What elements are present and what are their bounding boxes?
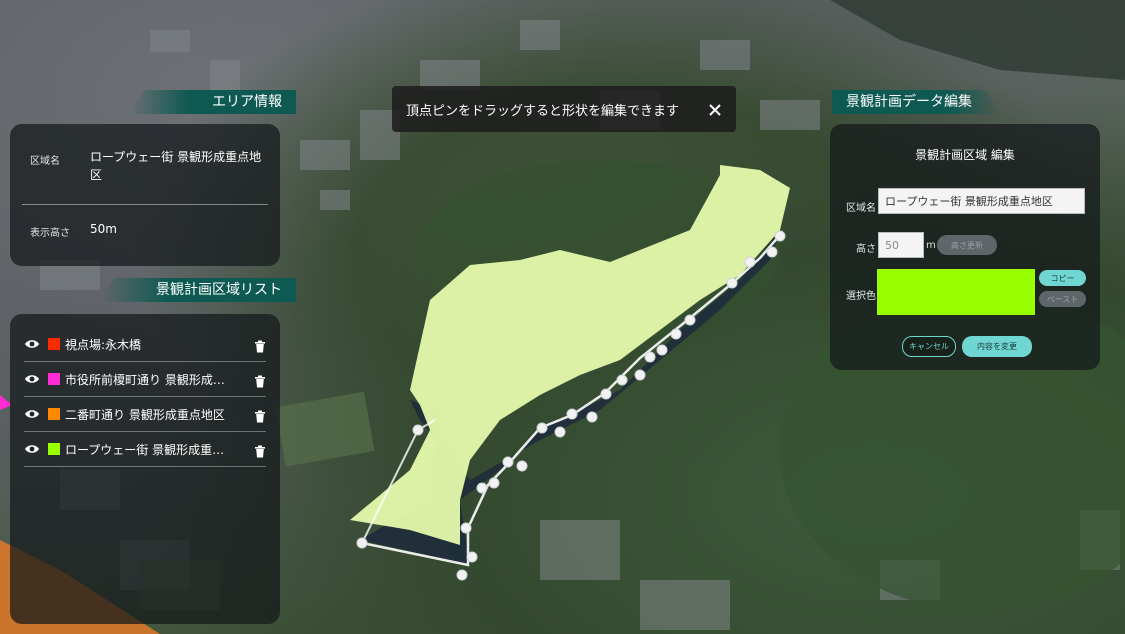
- area-info-header: エリア情報: [130, 90, 296, 114]
- display-height-label: 表示高さ: [30, 228, 70, 239]
- height-label: 高さ: [856, 244, 876, 255]
- height-update-button[interactable]: 高さ更新: [937, 235, 997, 255]
- trash-icon[interactable]: [254, 443, 266, 457]
- display-height-value: 50m: [90, 222, 117, 236]
- region-name: 市役所前榎町通り 景観形成…: [65, 372, 225, 387]
- vertex-pin[interactable]: [356, 537, 368, 549]
- vertex-pin[interactable]: [670, 328, 682, 340]
- vertex-pin[interactable]: [744, 256, 756, 268]
- vertex-pin[interactable]: [644, 351, 656, 363]
- vertex-pin[interactable]: [412, 424, 424, 436]
- paste-color-button[interactable]: ペースト: [1039, 291, 1086, 307]
- vertex-pin[interactable]: [516, 460, 528, 472]
- vertex-pin[interactable]: [476, 482, 488, 494]
- area-name-row: 区域名 ロープウェー街 景観形成重点地区: [30, 148, 266, 184]
- edit-panel-title: 景観計画区域 編集: [915, 148, 1015, 162]
- vertex-pin[interactable]: [616, 374, 628, 386]
- eye-icon[interactable]: [24, 408, 40, 420]
- edit-panel-header: 景観計画データ編集: [832, 90, 1000, 114]
- vertex-pin[interactable]: [456, 569, 468, 581]
- height-input[interactable]: 50: [878, 232, 924, 258]
- vertex-pin[interactable]: [656, 344, 668, 356]
- eye-icon[interactable]: [24, 373, 40, 385]
- eye-icon[interactable]: [24, 338, 40, 350]
- vertex-pin[interactable]: [536, 422, 548, 434]
- vertex-pin[interactable]: [554, 426, 566, 438]
- vertex-pin[interactable]: [488, 477, 500, 489]
- area-name-value: ロープウェー街 景観形成重点地区: [90, 150, 262, 182]
- region-list-header: 景観計画区域リスト: [100, 278, 296, 302]
- cancel-button[interactable]: キャンセル: [902, 336, 956, 357]
- divider: [22, 204, 268, 205]
- hint-toast: 頂点ピンをドラッグすると形状を編集できます: [392, 86, 736, 132]
- trash-icon[interactable]: [254, 408, 266, 422]
- region-list-item[interactable]: ロープウェー街 景観形成重…: [24, 432, 266, 467]
- vertex-pin[interactable]: [566, 408, 578, 420]
- display-height-row: 表示高さ 50m: [30, 220, 266, 239]
- region-list-panel: 視点場:永木橋市役所前榎町通り 景観形成… 二番町通り 景観形成重点地区 ロープウェ…: [10, 314, 280, 624]
- vertex-pin[interactable]: [774, 230, 786, 242]
- region-list-item[interactable]: 市役所前榎町通り 景観形成…: [24, 362, 266, 397]
- vertex-pin[interactable]: [466, 551, 478, 563]
- area-name-label: 区域名: [30, 156, 60, 167]
- trash-icon[interactable]: [254, 373, 266, 387]
- region-color-swatch: [48, 443, 60, 455]
- copy-color-button[interactable]: コピー: [1039, 270, 1086, 286]
- vertex-pin[interactable]: [586, 411, 598, 423]
- region-name: 視点場:永木橋: [65, 337, 142, 352]
- region-list-item[interactable]: 二番町通り 景観形成重点地区: [24, 397, 266, 432]
- vertex-pin[interactable]: [684, 314, 696, 326]
- selected-color-label: 選択色: [846, 291, 876, 302]
- region-name: ロープウェー街 景観形成重…: [65, 442, 225, 457]
- edit-panel: 景観計画区域 編集 区域名 ロープウェー街 景観形成重点地区 高さ 50 m 高…: [830, 124, 1100, 370]
- apply-changes-button[interactable]: 内容を変更: [962, 336, 1032, 357]
- region-list-item[interactable]: 視点場:永木橋: [24, 327, 266, 362]
- height-unit: m: [926, 240, 936, 251]
- region-color-swatch: [48, 408, 60, 420]
- vertex-pin[interactable]: [502, 456, 514, 468]
- eye-icon[interactable]: [24, 443, 40, 455]
- close-icon[interactable]: [708, 102, 722, 116]
- vertex-pin[interactable]: [460, 522, 472, 534]
- trash-icon[interactable]: [254, 338, 266, 352]
- region-color-swatch: [48, 338, 60, 350]
- region-color-swatch: [48, 373, 60, 385]
- vertex-pin[interactable]: [634, 369, 646, 381]
- region-name: 二番町通り 景観形成重点地区: [65, 407, 225, 422]
- toast-message: 頂点ピンをドラッグすると形状を編集できます: [406, 103, 680, 119]
- vertex-pin[interactable]: [600, 388, 612, 400]
- vertex-pin[interactable]: [766, 246, 778, 258]
- region-name-label: 区域名: [846, 203, 876, 214]
- area-info-panel: 区域名 ロープウェー街 景観形成重点地区 表示高さ 50m: [10, 124, 280, 266]
- selected-color-swatch[interactable]: [877, 269, 1035, 315]
- region-name-input[interactable]: ロープウェー街 景観形成重点地区: [878, 188, 1085, 214]
- vertex-pin[interactable]: [726, 277, 738, 289]
